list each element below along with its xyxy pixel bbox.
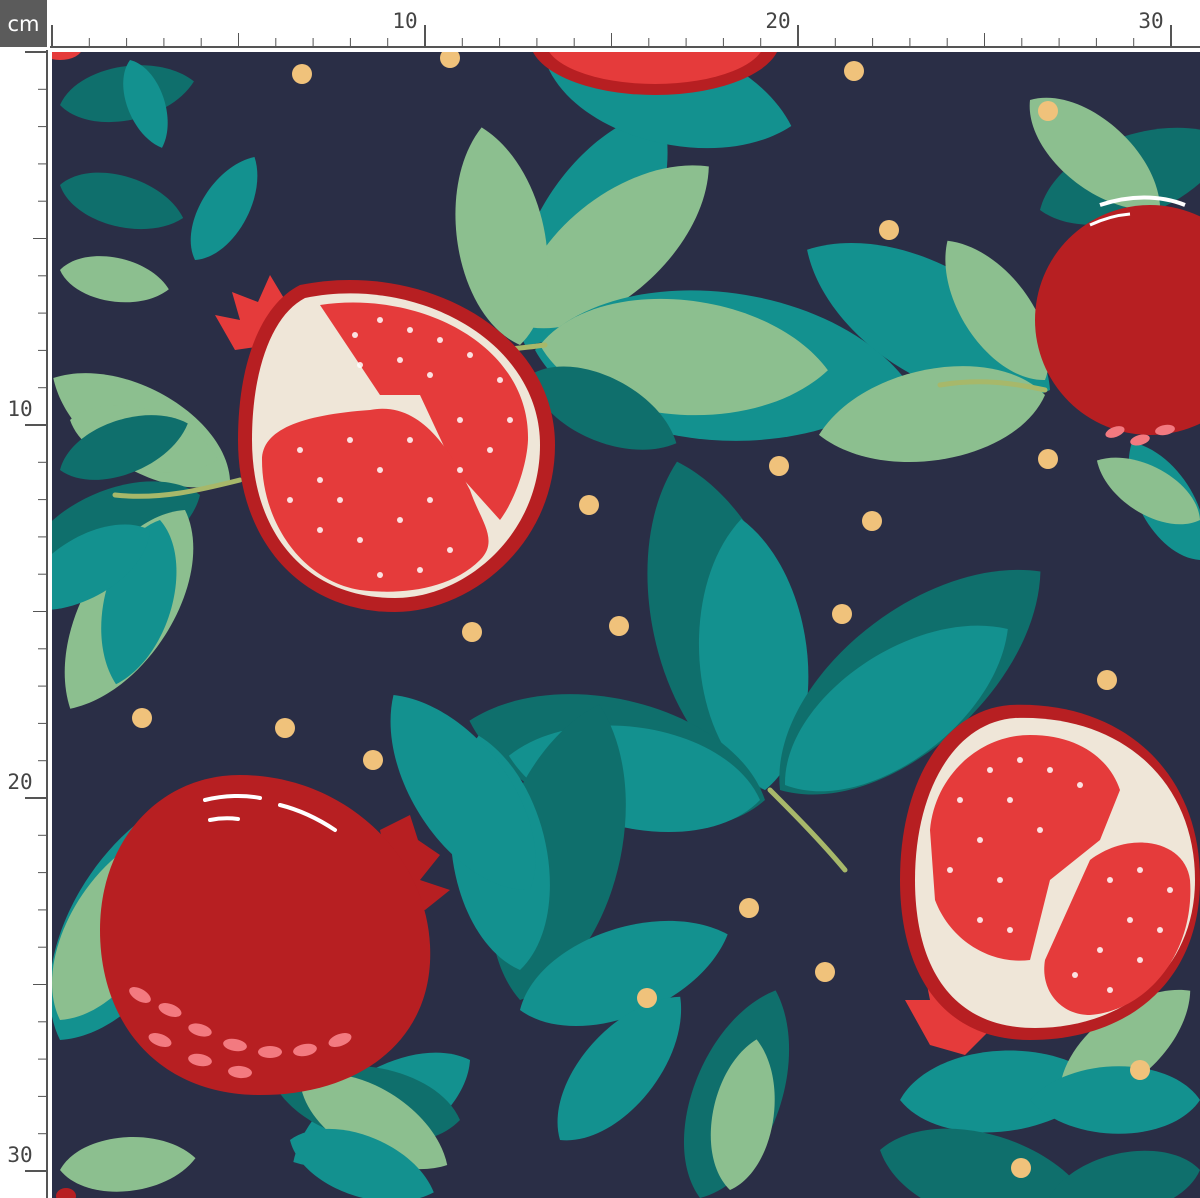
ruler-unit-label: cm (0, 0, 47, 47)
left-ruler-label-20: 20 (7, 770, 32, 794)
left-ruler-ticks (25, 51, 47, 1172)
top-ruler-label-20: 20 (765, 9, 790, 33)
top-ruler-label-30: 30 (1138, 9, 1163, 33)
top-ruler-label-10: 10 (392, 9, 417, 33)
left-ruler-label-30: 30 (7, 1143, 32, 1167)
pattern-canvas (52, 52, 1200, 1198)
fabric-preview: cm 10 20 30 10 20 30 (0, 0, 1200, 1198)
top-ruler-ticks (51, 25, 1172, 47)
top-ruler: 10 20 30 (50, 0, 1200, 50)
left-ruler: 10 20 30 (0, 50, 50, 1198)
left-ruler-label-10: 10 (7, 397, 32, 421)
